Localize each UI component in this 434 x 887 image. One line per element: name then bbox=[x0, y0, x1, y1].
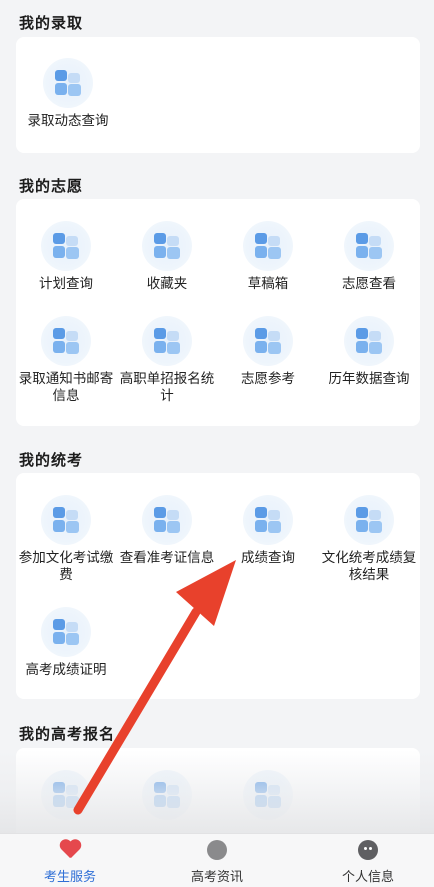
item-label: 志愿查看 bbox=[342, 276, 396, 292]
section-title-gaokao-signup: 我的高考报名 bbox=[19, 725, 116, 743]
bottom-tab-bar: 考生服务 高考资讯 个人信息 bbox=[0, 833, 434, 887]
heart-icon bbox=[59, 840, 81, 862]
tab-label: 个人信息 bbox=[341, 870, 394, 885]
section-title-exam: 我的统考 bbox=[19, 451, 84, 469]
grid-app-icon bbox=[41, 607, 91, 657]
grid-app-icon bbox=[142, 495, 192, 545]
item-label: 查看准考证信息 bbox=[119, 550, 215, 566]
card-exam: 参加文化考试缴费 查看准考证信息 成绩查询 文化统考成绩复核结果 高考成绩证明 bbox=[16, 473, 420, 699]
item-drafts[interactable]: 草稿箱 bbox=[218, 221, 318, 293]
item-favorites[interactable]: 收藏夹 bbox=[117, 221, 217, 293]
grid-app-icon bbox=[243, 221, 293, 271]
item-label: 高考成绩证明 bbox=[25, 662, 107, 678]
item-label: 录取动态查询 bbox=[27, 113, 109, 129]
grid-app-icon bbox=[142, 221, 192, 271]
section-title-admission: 我的录取 bbox=[19, 14, 84, 32]
grid-app-icon bbox=[41, 221, 91, 271]
grid-app-icon bbox=[243, 316, 293, 366]
tab-student-services[interactable]: 考生服务 bbox=[10, 834, 130, 887]
item-label: 高职单招报名统计 bbox=[119, 371, 215, 404]
item-wish-reference[interactable]: 志愿参考 bbox=[218, 316, 318, 388]
item-label: 历年数据查询 bbox=[328, 371, 410, 387]
card-wish: 计划查询 收藏夹 草稿箱 志愿查看 录取通知书邮寄信息 高职单招报名统计 志愿参… bbox=[16, 199, 420, 426]
grid-app-icon bbox=[41, 495, 91, 545]
item-gaokao-signup-3[interactable] bbox=[218, 770, 318, 820]
item-exam-fee-payment[interactable]: 参加文化考试缴费 bbox=[16, 495, 116, 584]
item-score-certificate[interactable]: 高考成绩证明 bbox=[16, 607, 116, 679]
tab-label: 考生服务 bbox=[43, 870, 96, 885]
grid-app-icon bbox=[142, 316, 192, 366]
section-title-wish: 我的志愿 bbox=[19, 177, 84, 195]
item-gaokao-signup-1[interactable] bbox=[16, 770, 116, 820]
person-icon bbox=[357, 840, 379, 862]
grid-app-icon bbox=[41, 770, 91, 820]
grid-app-icon bbox=[243, 495, 293, 545]
item-notice-mailing-info[interactable]: 录取通知书邮寄信息 bbox=[16, 316, 116, 405]
item-label: 文化统考成绩复核结果 bbox=[321, 550, 417, 583]
item-wish-view[interactable]: 志愿查看 bbox=[319, 221, 419, 293]
item-label: 录取通知书邮寄信息 bbox=[18, 371, 114, 404]
grid-app-icon bbox=[243, 770, 293, 820]
item-score-review-result[interactable]: 文化统考成绩复核结果 bbox=[319, 495, 419, 584]
grid-app-icon bbox=[41, 316, 91, 366]
grid-app-icon bbox=[43, 58, 93, 108]
item-gaokao-signup-2[interactable] bbox=[117, 770, 217, 820]
item-admission-ticket-info[interactable]: 查看准考证信息 bbox=[117, 495, 217, 567]
item-label: 计划查询 bbox=[39, 276, 93, 292]
card-admission: 录取动态查询 bbox=[16, 37, 420, 153]
item-label: 志愿参考 bbox=[241, 371, 295, 387]
grid-app-icon bbox=[344, 495, 394, 545]
app-page: 我的录取 录取动态查询 我的志愿 计划查询 收藏夹 草稿箱 志愿查看 录取通知书… bbox=[0, 0, 434, 887]
item-label: 成绩查询 bbox=[241, 550, 295, 566]
item-historical-data-query[interactable]: 历年数据查询 bbox=[319, 316, 419, 388]
item-admission-dynamic-query[interactable]: 录取动态查询 bbox=[18, 58, 118, 130]
grid-app-icon bbox=[344, 316, 394, 366]
grid-app-icon bbox=[344, 221, 394, 271]
tab-gaokao-news[interactable]: 高考资讯 bbox=[157, 834, 277, 887]
item-label: 收藏夹 bbox=[146, 276, 188, 292]
grid-app-icon bbox=[142, 770, 192, 820]
tab-personal-info[interactable]: 个人信息 bbox=[308, 834, 428, 887]
news-icon bbox=[206, 840, 228, 862]
item-label: 草稿箱 bbox=[247, 276, 289, 292]
item-label: 参加文化考试缴费 bbox=[18, 550, 114, 583]
item-plan-query[interactable]: 计划查询 bbox=[16, 221, 116, 293]
tab-label: 高考资讯 bbox=[190, 870, 243, 885]
item-score-query[interactable]: 成绩查询 bbox=[218, 495, 318, 567]
item-vocational-signup-stats[interactable]: 高职单招报名统计 bbox=[117, 316, 217, 405]
